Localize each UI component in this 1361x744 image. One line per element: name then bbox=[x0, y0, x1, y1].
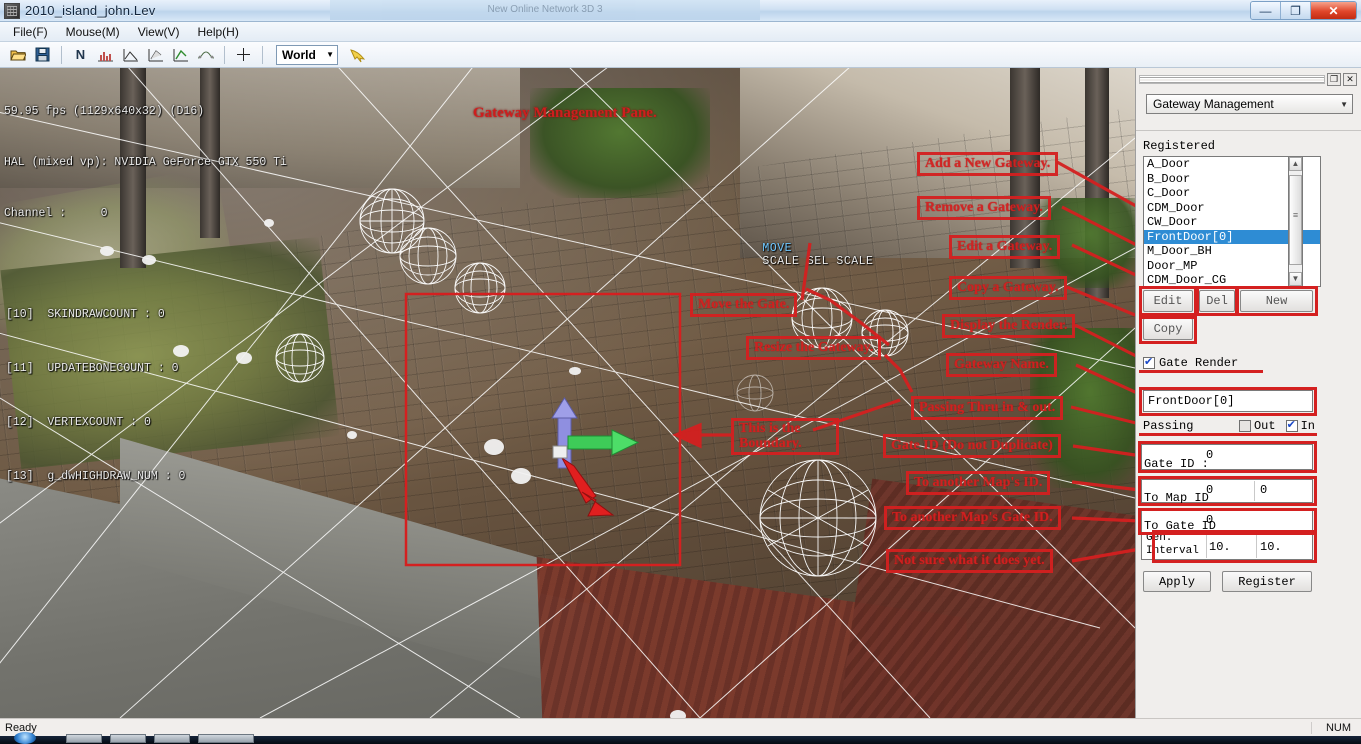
curve-area-icon[interactable] bbox=[144, 44, 167, 66]
annotation-copy-gateway: Copy a Gateway. bbox=[949, 276, 1067, 301]
annotation-this-is-boundary: This is the Boundary. bbox=[731, 418, 839, 456]
highlight-gateway-name bbox=[1139, 387, 1317, 416]
spline-icon[interactable] bbox=[194, 44, 217, 66]
application-window: New Online Network 3D 3 2010_island_john… bbox=[0, 0, 1361, 744]
toolbar-separator bbox=[61, 45, 62, 64]
dock-maximize-button[interactable]: ❐ bbox=[1327, 72, 1341, 86]
hud-device: HAL (mixed vp): NVIDIA GeForce GTX 550 T… bbox=[4, 156, 287, 169]
mode-move: MOVE bbox=[762, 242, 793, 255]
hud-highdrawnum: [13] g_dwHIGHDRAW_NUM : 0 bbox=[6, 470, 186, 483]
chevron-down-icon: ▼ bbox=[326, 50, 334, 59]
curve-green-icon[interactable] bbox=[169, 44, 192, 66]
window-controls: — ❐ ✕ bbox=[1250, 1, 1357, 20]
close-button[interactable]: ✕ bbox=[1311, 2, 1356, 19]
title-bar: New Online Network 3D 3 2010_island_john… bbox=[0, 0, 1361, 22]
highlight-edit-button bbox=[1139, 286, 1197, 316]
viewport-hud-top: 59.95 fps (1129x640x32) (D16) HAL (mixed… bbox=[4, 69, 287, 256]
hud-updatebonecount: [11] UPDATEBONECOUNT : 0 bbox=[6, 362, 179, 375]
annotation-add-new-gateway: Add a New Gateway. bbox=[917, 152, 1059, 177]
hud-skindrawcount: [10] SKINDRAWCOUNT : 0 bbox=[6, 308, 165, 321]
annotation-resize-the-gateway: Resize the Gateway. bbox=[746, 336, 882, 361]
menu-item-view[interactable]: View(V) bbox=[129, 23, 189, 41]
curve-line-icon[interactable] bbox=[119, 44, 142, 66]
hud-channel: Channel : 0 bbox=[4, 207, 108, 220]
chevron-down-icon: ▼ bbox=[1340, 99, 1348, 109]
dock-close-button[interactable]: ✕ bbox=[1343, 72, 1357, 86]
highlight-new-button bbox=[1236, 286, 1318, 316]
dock-title-bar: ❐ ✕ bbox=[1139, 72, 1357, 86]
scroll-thumb[interactable] bbox=[1289, 175, 1302, 265]
highlight-copy-button bbox=[1139, 316, 1197, 344]
apply-button[interactable]: Apply bbox=[1143, 571, 1211, 592]
hud-vertexcount: [12] VERTEXCOUNT : 0 bbox=[6, 416, 151, 429]
save-icon[interactable] bbox=[31, 44, 54, 66]
background-window-ghost: New Online Network 3D 3 bbox=[330, 0, 760, 20]
annotation-gateway-name: Gateway Name. bbox=[946, 353, 1057, 378]
panel-type-value: Gateway Management bbox=[1153, 97, 1274, 111]
annotation-move-the-gate: Move the Gate. bbox=[690, 293, 798, 318]
toolbar-separator-3 bbox=[262, 45, 263, 64]
menu-item-help[interactable]: Help(H) bbox=[188, 23, 247, 41]
os-taskbar bbox=[0, 732, 1361, 744]
histogram-icon[interactable] bbox=[94, 44, 117, 66]
dock-divider bbox=[1136, 130, 1361, 131]
toolbar-separator-2 bbox=[224, 45, 225, 64]
hud-fps: 59.95 fps (1129x640x32) (D16) bbox=[4, 105, 205, 118]
highlight-del-button bbox=[1196, 286, 1238, 316]
menu-item-mouse[interactable]: Mouse(M) bbox=[57, 23, 129, 41]
maximize-button[interactable]: ❐ bbox=[1281, 2, 1311, 19]
taskbar-item-2[interactable] bbox=[110, 734, 146, 743]
highlight-gate-render bbox=[1139, 353, 1263, 373]
registered-label: Registered bbox=[1143, 139, 1216, 153]
scroll-down-arrow-icon[interactable]: ▼ bbox=[1289, 272, 1302, 286]
annotation-to-another-gate-id: To another Map's Gate ID. bbox=[884, 506, 1061, 531]
annotation-display-render: Display the Render. bbox=[942, 314, 1076, 339]
annotation-to-another-map-id: To another Map's ID. bbox=[906, 471, 1051, 496]
coordinate-space-combo[interactable]: World ▼ bbox=[276, 44, 338, 65]
toolbar: N World ▼ bbox=[0, 42, 1361, 68]
mode-rest: SCALE SEL SCALE bbox=[762, 255, 874, 268]
status-message: Ready bbox=[5, 721, 37, 734]
pointer-arrow-icon[interactable] bbox=[346, 44, 369, 66]
highlight-passing bbox=[1139, 416, 1317, 436]
registered-list-scrollbar[interactable]: ▲ ▼ bbox=[1288, 156, 1303, 287]
normal-icon[interactable]: N bbox=[69, 44, 92, 66]
annotation-gate-id: Gate ID (Do not Duplicate) bbox=[883, 434, 1061, 459]
transform-gizmo bbox=[551, 397, 640, 517]
window-title: 2010_island_john.Lev bbox=[25, 3, 156, 18]
dock-drag-grip[interactable] bbox=[1139, 74, 1325, 84]
coordinate-space-value: World bbox=[282, 47, 316, 62]
app-icon bbox=[4, 2, 20, 19]
panel-type-select[interactable]: Gateway Management ▼ bbox=[1146, 94, 1353, 114]
scroll-up-arrow-icon[interactable]: ▲ bbox=[1289, 157, 1302, 171]
start-orb-icon[interactable] bbox=[14, 732, 36, 744]
taskbar-item-3[interactable] bbox=[154, 734, 190, 743]
annotation-remove-gateway: Remove a Gateway. bbox=[917, 196, 1051, 221]
annotation-not-sure: Not sure what it does yet. bbox=[886, 549, 1053, 574]
menu-bar: File(F) Mouse(M) View(V) Help(H) bbox=[0, 22, 1361, 42]
viewport-hud-stats: [10] SKINDRAWCOUNT : 0 [11] UPDATEBONECO… bbox=[6, 270, 185, 522]
open-file-icon[interactable] bbox=[6, 44, 29, 66]
annotation-pane-title: Gateway Management Pane. bbox=[473, 105, 657, 121]
highlight-to-map-id bbox=[1138, 476, 1317, 506]
annotation-passing-thru: Passing Thru in & out. bbox=[911, 396, 1064, 421]
menu-item-file[interactable]: File(F) bbox=[4, 23, 57, 41]
register-button[interactable]: Register bbox=[1222, 571, 1312, 592]
minimize-button[interactable]: — bbox=[1251, 2, 1281, 19]
highlight-gate-id bbox=[1138, 441, 1317, 473]
num-lock-indicator: NUM bbox=[1310, 721, 1351, 734]
taskbar-item-1[interactable] bbox=[66, 734, 102, 743]
highlight-gen-interval bbox=[1152, 530, 1317, 563]
annotation-edit-gateway: Edit a Gateway. bbox=[949, 235, 1061, 260]
taskbar-item-4[interactable] bbox=[198, 734, 254, 743]
crosshair-icon[interactable] bbox=[232, 44, 255, 66]
viewport-transform-modes: MOVE SCALE SEL SCALE bbox=[718, 229, 873, 281]
